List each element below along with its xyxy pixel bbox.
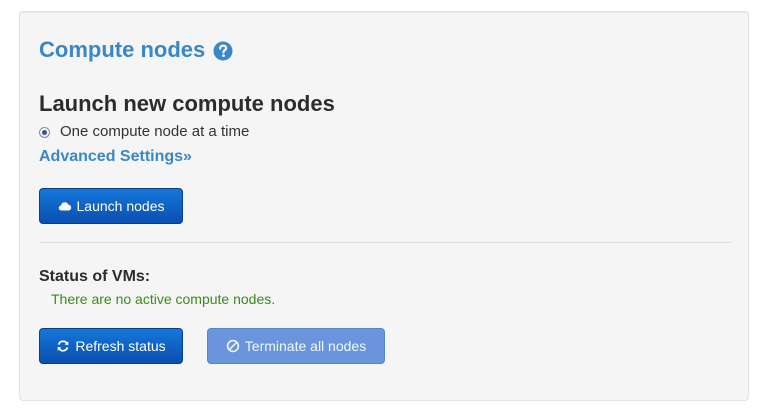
question-circle-icon[interactable] (213, 40, 233, 61)
compute-nodes-panel: Compute nodes Launch new compute nodes O… (19, 11, 749, 401)
page-title: Compute nodes (39, 36, 233, 64)
one-node-radio[interactable] (39, 126, 50, 138)
page-title-text: Compute nodes (39, 37, 206, 62)
refresh-status-label: Refresh status (75, 338, 166, 354)
section-divider (39, 242, 731, 243)
ban-icon (226, 339, 240, 353)
launch-nodes-label: Launch nodes (76, 198, 165, 214)
launch-nodes-button[interactable]: Launch nodes (39, 188, 183, 224)
refresh-icon (56, 339, 70, 353)
one-node-radio-option[interactable]: One compute node at a time (39, 122, 249, 142)
one-node-radio-label: One compute node at a time (60, 123, 250, 140)
status-message: There are no active compute nodes. (51, 291, 276, 307)
terminate-all-nodes-label: Terminate all nodes (244, 338, 367, 354)
cloud-icon (58, 199, 72, 213)
advanced-settings-link[interactable]: Advanced Settings» (39, 146, 192, 168)
refresh-status-button[interactable]: Refresh status (39, 328, 183, 364)
launch-section-heading: Launch new compute nodes (39, 91, 335, 116)
status-section-heading: Status of VMs: (39, 268, 151, 285)
terminate-all-nodes-button[interactable]: Terminate all nodes (207, 328, 385, 364)
